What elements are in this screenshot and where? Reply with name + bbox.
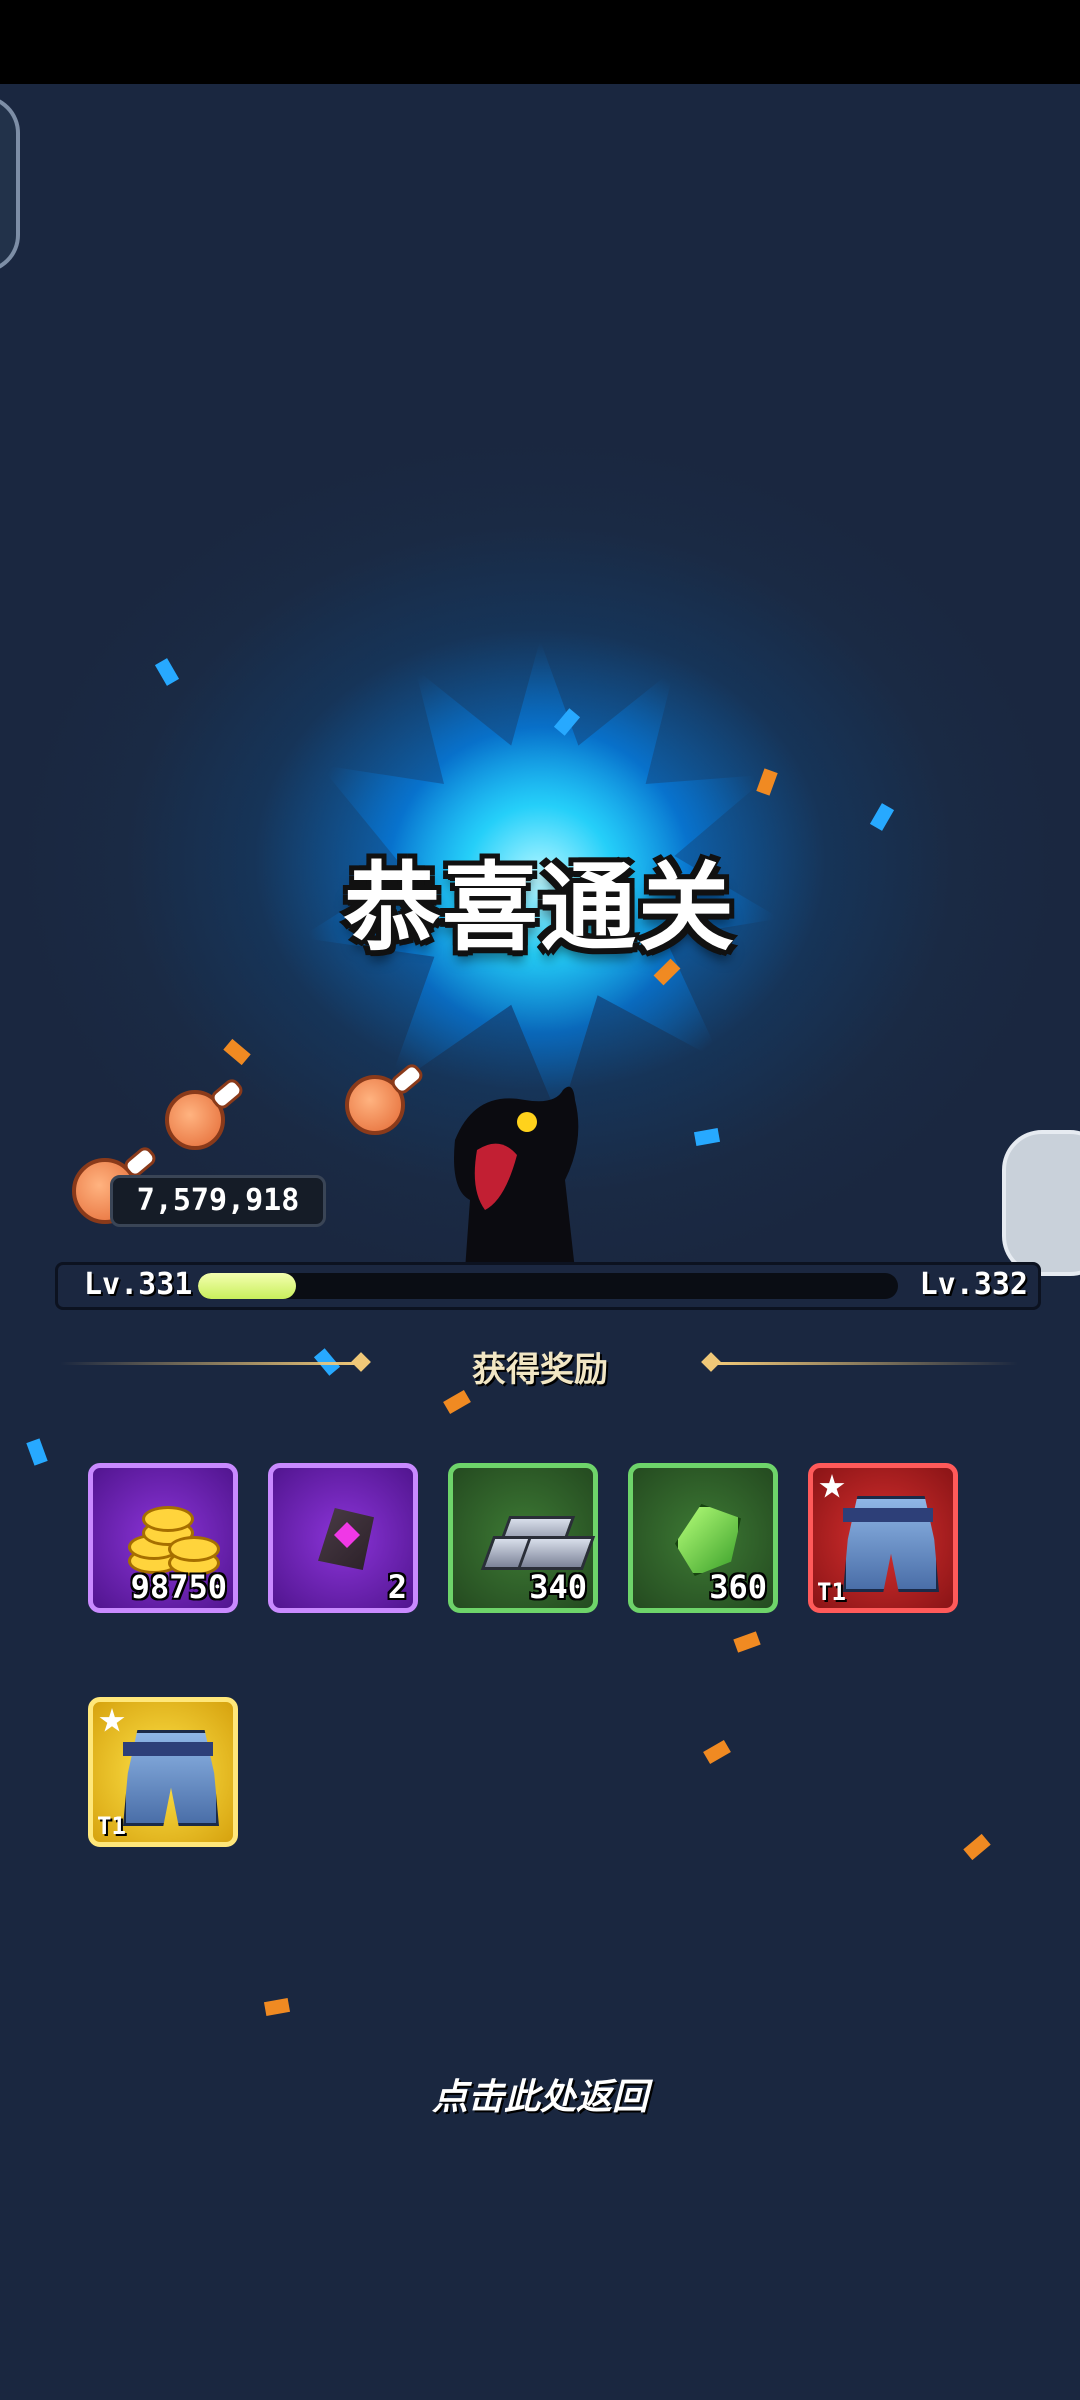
reward-item-armor-gold[interactable]: T1	[88, 1697, 238, 1847]
floating-assistant-button[interactable]	[1002, 1130, 1080, 1276]
level-progress-bar: Lv.331 Lv.332	[55, 1262, 1041, 1310]
status-bar	[0, 0, 1080, 84]
armor-belt	[123, 1742, 213, 1756]
confetti-piece	[756, 768, 778, 796]
armor-belt	[843, 1508, 933, 1522]
level-clear-title: 恭喜通关	[344, 852, 736, 964]
confetti-piece	[154, 658, 180, 686]
confetti-piece	[703, 1739, 731, 1765]
new-badge-icon	[819, 1474, 845, 1498]
confetti-piece	[693, 1128, 721, 1146]
confetti-piece	[869, 803, 895, 831]
current-level-label: Lv.331	[84, 1267, 193, 1302]
reward-count: 2	[387, 1568, 407, 1606]
confetti-piece	[263, 1998, 291, 2016]
side-menu-handle[interactable]	[0, 95, 20, 273]
reward-count: 98750	[130, 1568, 227, 1606]
meat-icon	[165, 1090, 225, 1150]
reward-item-gold-coins[interactable]: 98750	[88, 1463, 238, 1613]
next-level-label: Lv.332	[919, 1267, 1028, 1302]
confetti-piece	[223, 1038, 251, 1066]
confetti-piece	[963, 1833, 991, 1861]
reward-count: 340	[529, 1568, 587, 1606]
new-badge-icon	[99, 1708, 125, 1732]
reward-item-armor-red[interactable]: T1	[808, 1463, 958, 1613]
meat-icon	[345, 1075, 405, 1135]
tap-to-return-button[interactable]: 点击此处返回	[0, 2068, 1080, 2120]
reward-item-silver-ingots[interactable]: 340	[448, 1463, 598, 1613]
level-progress-track	[198, 1273, 898, 1299]
green-crystal-icon	[675, 1504, 741, 1576]
confetti-piece	[26, 1438, 48, 1466]
confetti-piece	[733, 1631, 761, 1653]
tier-label: T1	[817, 1578, 846, 1606]
reward-count: 360	[709, 1568, 767, 1606]
divider-right	[718, 1362, 1018, 1365]
score-display: 7,579,918	[110, 1175, 326, 1227]
reward-item-purple-gem[interactable]: 2	[268, 1463, 418, 1613]
rewards-title: 获得奖励	[472, 1350, 608, 1390]
reward-item-green-crystal[interactable]: 360	[628, 1463, 778, 1613]
purple-gem-icon	[318, 1508, 374, 1570]
level-progress-fill	[198, 1273, 296, 1299]
confetti-piece	[443, 1389, 471, 1415]
monster-silhouette	[454, 1086, 579, 1270]
tier-label: T1	[97, 1812, 126, 1840]
